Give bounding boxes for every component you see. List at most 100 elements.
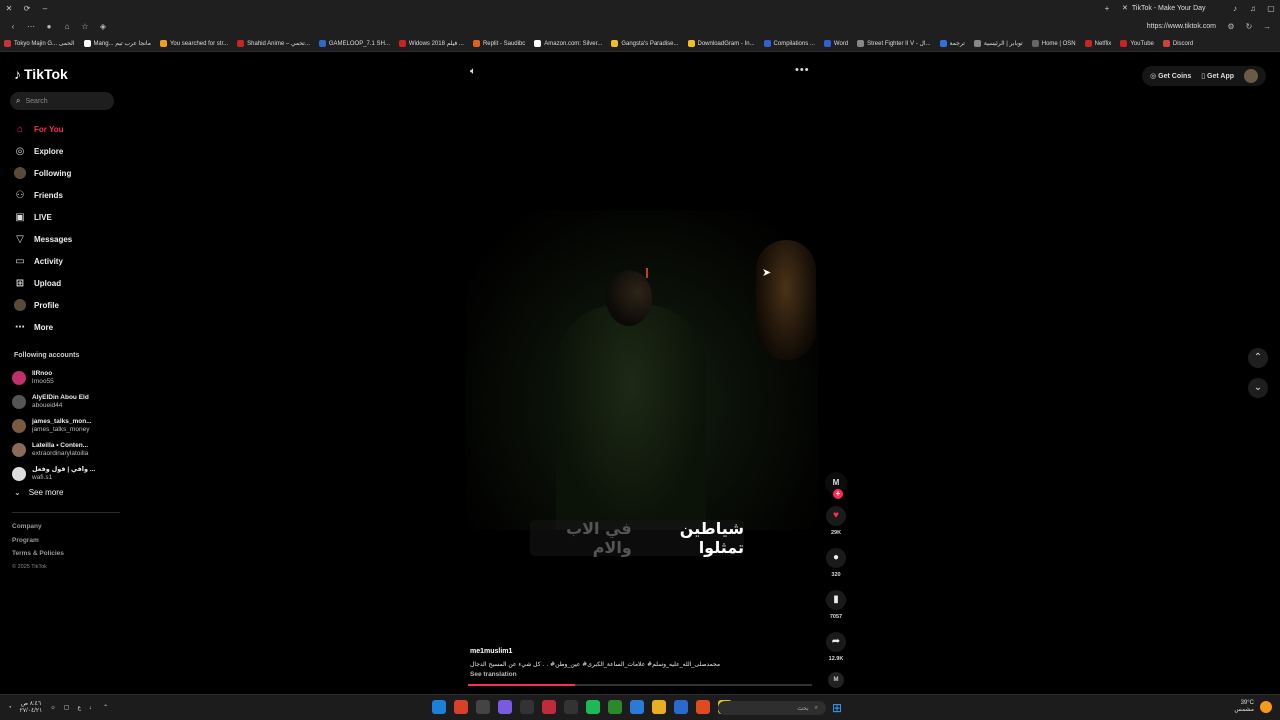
edge-app-icon[interactable] <box>432 700 446 714</box>
speed-app-icon[interactable] <box>564 700 578 714</box>
music-disc-icon[interactable]: M <box>828 672 844 688</box>
weather-widget[interactable]: 39°C مشمس <box>1234 700 1272 714</box>
settings-icon[interactable]: ⚙ <box>1222 22 1240 31</box>
wifi-icon[interactable]: ◔ <box>8 705 12 711</box>
follow-plus-icon[interactable]: + <box>833 489 843 499</box>
adobe-app-icon[interactable] <box>542 700 556 714</box>
pen-app-icon[interactable] <box>520 700 534 714</box>
forward-icon[interactable]: → <box>1258 22 1276 31</box>
sidebar-item-more[interactable]: ⋯ More <box>12 316 122 338</box>
sidebar-item-for-you[interactable]: ⌂ For You <box>12 118 122 140</box>
minimize-icon[interactable]: – <box>36 4 54 13</box>
taskbar-clock[interactable]: ٨:٤٦ ص ٢٧/٠٤/٢١ <box>20 701 43 715</box>
creator-avatar[interactable]: M + <box>825 472 847 499</box>
sidebar-item-profile[interactable]: Profile <box>12 294 122 316</box>
sidebar-item-upload[interactable]: ⊞ Upload <box>12 272 122 294</box>
bookmark-item[interactable]: DownloadGram - In... <box>687 40 755 47</box>
refresh-icon[interactable]: ↻ <box>1240 22 1258 31</box>
spotify-app-icon[interactable] <box>586 700 600 714</box>
bookmark-item[interactable]: Widows 2018 فيلم ... <box>398 40 464 47</box>
search-input[interactable]: ⌕ Search <box>10 92 114 110</box>
sidebar-item-friends[interactable]: ⚇ Friends <box>12 184 122 206</box>
see-translation-link[interactable]: See translation <box>470 671 810 678</box>
user-avatar[interactable] <box>1244 69 1258 83</box>
bookmark-item[interactable]: ترجمة <box>939 40 965 47</box>
language-icon[interactable]: ع <box>77 704 81 711</box>
back-icon[interactable]: ‹ <box>4 22 22 31</box>
extension-icon[interactable]: ◈ <box>94 22 112 31</box>
star-icon[interactable]: ☆ <box>76 22 94 31</box>
sidebar-item-messages[interactable]: ▽ Messages <box>12 228 122 250</box>
footer-link[interactable]: Terms & Policies <box>12 547 64 561</box>
store-app-icon[interactable] <box>630 700 644 714</box>
xbox-app-icon[interactable] <box>608 700 622 714</box>
active-tab[interactable]: ✕ TikTok - Make Your Day <box>1116 4 1226 13</box>
mic-icon[interactable]: ♩ <box>89 705 95 711</box>
footer-link[interactable]: Company <box>12 520 64 534</box>
bookmark-item[interactable]: Compilations ... <box>763 40 815 47</box>
share-action[interactable]: ➦ 12.9K <box>822 632 850 662</box>
bookmark-item[interactable]: Mang... مانجا عرب تيم <box>83 40 151 47</box>
network-icon[interactable]: ☼ <box>50 705 56 711</box>
home-browser-icon[interactable]: ⌂ <box>58 22 76 31</box>
window-icon[interactable]: ▢ <box>1262 4 1280 13</box>
see-more-button[interactable]: ⌄ See more <box>14 488 63 497</box>
following-account[interactable]: Lateilla • Conten... extraordinarylatoill… <box>12 438 112 462</box>
sidebar-item-following[interactable]: Following <box>12 162 122 184</box>
previous-video-button[interactable]: ⌃ <box>1248 348 1268 368</box>
comment-icon[interactable]: ● <box>826 548 846 568</box>
sidebar-item-activity[interactable]: ▭ Activity <box>12 250 122 272</box>
bookmark-item[interactable]: Gangsta's Paradise... <box>611 40 679 47</box>
bookmark-item[interactable]: Netflix <box>1084 40 1111 47</box>
bookmark-item[interactable]: Home | OSN <box>1031 40 1076 47</box>
close-window-icon[interactable]: ✕ <box>0 4 18 13</box>
heart-icon[interactable]: ♥ <box>826 506 846 526</box>
video-player[interactable] <box>466 210 818 530</box>
bookmark-item[interactable]: Tokyo Majin G... الحمى <box>4 40 75 47</box>
tiktok-logo[interactable]: ♪ TikTok <box>14 66 68 82</box>
tiktok-tab-icon[interactable]: ♫ <box>1244 4 1262 13</box>
sidebar-item-explore[interactable]: ◎ Explore <box>12 140 122 162</box>
like-action[interactable]: ♥ 29K <box>822 506 850 536</box>
next-video-button[interactable]: ⌄ <box>1248 378 1268 398</box>
share-icon[interactable]: ➦ <box>826 632 846 652</box>
following-account[interactable]: james_talks_mon... james_talks_money <box>12 414 112 438</box>
video-author[interactable]: me1muslim1 <box>470 648 810 655</box>
comment-action[interactable]: ● 320 <box>822 548 850 578</box>
opera-app-icon[interactable] <box>454 700 468 714</box>
more-options-icon[interactable]: ••• <box>795 64 810 76</box>
url-field[interactable]: https://www.tiktok.com <box>1147 23 1216 30</box>
app-icon-2[interactable] <box>674 700 688 714</box>
tab-close-icon[interactable]: ✕ <box>1122 4 1128 12</box>
volume-icon[interactable]: 🔈︎ <box>470 66 476 77</box>
display-icon[interactable]: ▢ <box>64 704 70 711</box>
bookmark-item[interactable]: Amazon.com: Silver... <box>534 40 602 47</box>
taskbar-search[interactable]: بحث ⌕ <box>718 701 826 715</box>
app-icon[interactable] <box>498 700 512 714</box>
explorer-app-icon[interactable] <box>652 700 666 714</box>
bookmark-icon[interactable]: ▮ <box>826 590 846 610</box>
get-coins-button[interactable]: ◎ Get Coins <box>1150 72 1191 80</box>
save-action[interactable]: ▮ 7057 <box>822 590 850 620</box>
bookmark-item[interactable]: Street Fighter II V - ال... <box>857 40 931 47</box>
footer-link[interactable]: Program <box>12 534 64 548</box>
bookmark-item[interactable]: Word <box>823 40 848 47</box>
menu-icon[interactable]: ⋯ <box>22 22 40 31</box>
get-app-button[interactable]: ▯ Get App <box>1201 72 1234 80</box>
browser-app-icon[interactable] <box>476 700 490 714</box>
reload-icon[interactable]: ⟳ <box>18 4 36 13</box>
windows-start-icon[interactable]: ⊞ <box>832 701 842 715</box>
following-account[interactable]: AlyElDin Abou Eld aboueid44 <box>12 390 112 414</box>
bookmark-item[interactable]: توبابر | الرئيسية <box>973 40 1023 47</box>
speaker-icon[interactable]: ♪ <box>1226 4 1244 13</box>
following-account[interactable]: llRnoo lrnoo55 <box>12 366 112 390</box>
bookmark-item[interactable]: GAMELOOP_7.1 SH... <box>318 40 390 47</box>
bookmark-item[interactable]: Shahid Anime – تحمي... <box>237 40 310 47</box>
sidebar-item-live[interactable]: ▣ LIVE <box>12 206 122 228</box>
tray-chevron-icon[interactable]: ⌃ <box>103 704 108 711</box>
profile-icon[interactable]: ● <box>40 22 58 31</box>
brave-app-icon[interactable] <box>696 700 710 714</box>
following-account[interactable]: وافي | قول وفعل ... wafi.s1 <box>12 462 112 486</box>
bookmark-item[interactable]: Discord <box>1162 40 1193 47</box>
bookmark-item[interactable]: Replit - Saudibc <box>472 40 525 47</box>
